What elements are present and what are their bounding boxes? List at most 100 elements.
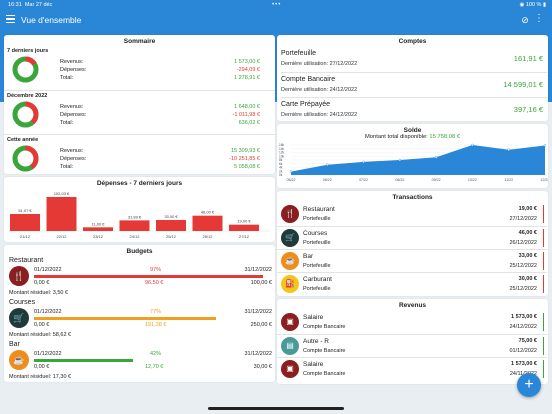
depenses-card: Dépenses - 7 derniers jours 51,07 € 21/12… — [4, 177, 275, 242]
donut-chart — [12, 56, 39, 83]
menu-icon[interactable] — [6, 15, 15, 25]
bar-value-label: 33,00 € — [164, 214, 178, 219]
budget-item[interactable]: Restaurant 🍴 01/12/2022 97% 31/12/2022 0,00 €… — [4, 257, 275, 300]
account-value: 397,16 € — [513, 105, 543, 114]
income-row[interactable]: ▤ Autre - R Compte Bancaire 75,00 € 01/12/20… — [277, 334, 547, 357]
entry-date: 26/12/2022 — [509, 240, 537, 246]
wallet-icon: ▣ — [281, 313, 299, 331]
budget-name: Courses — [9, 299, 36, 306]
budgets-card: Budgets Restaurant 🍴 01/12/2022 97% 31/12/20… — [4, 245, 275, 382]
sommaire-title: Sommaire — [123, 38, 156, 45]
account-item[interactable]: Carte Prépayée Dernière utilisation: 24/1… — [281, 97, 547, 121]
income-row[interactable]: ▣SalaireCompte Bancaire1 573,00 €24/11/2… — [277, 357, 547, 380]
budget-item[interactable]: Courses 🛒 01/12/2022 77% 31/12/2022 0,00 € 191… — [4, 299, 275, 342]
shopping-cart-icon: 🛒 — [9, 308, 29, 328]
entry-amount: 1 573,00 € — [511, 361, 537, 367]
account-name: Compte Bancaire — [281, 76, 336, 83]
y-tick-label: 6k — [279, 162, 283, 166]
budget-progress — [34, 359, 270, 362]
home-indicator — [208, 407, 344, 410]
bar-value-label: 102,03 € — [54, 191, 70, 196]
donut-chart — [12, 145, 39, 172]
bar-value-label: 19,00 € — [237, 219, 251, 224]
transaction-row[interactable]: 🍴 Restaurant Portefeuille 19,00 € 27/12/2022 — [277, 203, 547, 226]
y-tick-label: 12k — [279, 151, 285, 155]
entry-name: Restaurant — [303, 206, 335, 213]
budget-name: Bar — [9, 341, 20, 348]
budget-residual: Montant résiduel: 3,50 € — [9, 290, 69, 296]
more-vertical-icon[interactable]: ⋮ — [534, 14, 544, 24]
wallet-icon: ▣ — [281, 360, 299, 378]
account-last-used: Dernière utilisation: 27/12/2022 — [281, 61, 358, 67]
document-icon: ▤ — [281, 337, 299, 355]
y-tick-label: 16k — [279, 143, 285, 147]
solde-point — [507, 148, 510, 151]
total-row: Total: 636,02 € — [60, 120, 260, 126]
solde-point — [326, 163, 329, 166]
solde-point — [398, 158, 402, 162]
entry-date: 24/12/2022 — [509, 324, 537, 330]
budget-end-date: 31/12/2022 — [244, 267, 272, 273]
page-title: Vue d'ensemble — [21, 15, 82, 25]
transactions-title: Transactions — [392, 194, 433, 201]
entry-color-stripe — [542, 229, 544, 247]
budget-item[interactable]: Bar ☕ 01/12/2022 42% 31/12/2022 0,00 € 12,70 €… — [4, 341, 275, 382]
x-tick-label: 11/22 — [504, 178, 513, 182]
budget-progress — [34, 317, 270, 320]
budget-total: 100,00 € — [250, 280, 272, 286]
entry-amount: 75,00 € — [518, 338, 537, 344]
bar-category-label: 23/12 — [93, 234, 104, 239]
x-tick-label: 05/22 — [287, 178, 296, 182]
revenus-card: Revenus ▣ Salaire Compte Bancaire 1 573,00 … — [277, 299, 548, 384]
transaction-row[interactable]: ☕ Bar Portefeuille 33,00 € 25/12/2022 — [277, 249, 547, 272]
entry-amount: 33,00 € — [518, 253, 537, 259]
comptes-card: Comptes Portefeuille Dernière utilisation… — [277, 35, 548, 121]
account-value: 161,91 € — [513, 54, 543, 63]
bar — [156, 220, 186, 231]
entry-color-stripe — [542, 337, 544, 355]
bar — [83, 227, 113, 231]
income-row[interactable]: ▣ Salaire Compte Bancaire 1 573,00 € 24/12/2… — [277, 311, 547, 334]
budget-spent: 12,70 € — [145, 364, 164, 370]
budget-spent: 191,38 € — [145, 322, 167, 328]
depenses-row: Dépenses: -10 251,85 € — [60, 156, 260, 162]
bar-value-label: 46,00 € — [201, 210, 215, 215]
bar — [229, 224, 259, 231]
y-tick-label: 14k — [279, 147, 285, 151]
x-tick-label: 09/22 — [432, 178, 441, 182]
transaction-row[interactable]: 🛒 Courses Portefeuille 46,00 € 26/12/2022 — [277, 226, 547, 249]
entry-account: Portefeuille — [303, 286, 331, 292]
solde-point — [471, 143, 474, 147]
restaurant-icon: 🍴 — [9, 266, 29, 286]
budget-residual: Montant résiduel: 58,62 € — [9, 332, 72, 338]
coffee-icon: ☕ — [281, 252, 299, 270]
coffee-icon: ☕ — [9, 350, 29, 370]
entry-color-stripe — [542, 275, 544, 293]
entry-color-stripe — [542, 360, 544, 378]
budget-min: 0,00 € — [34, 364, 50, 370]
entry-color-stripe — [542, 252, 544, 270]
app-bar: Vue d'ensemble ⊘ ⋮ — [0, 10, 552, 32]
entry-account: Compte Bancaire — [303, 371, 346, 377]
bar-category-label: 22/12 — [56, 234, 67, 239]
entry-account: Portefeuille — [303, 216, 331, 222]
bar-value-label: 11,00 € — [91, 221, 105, 226]
budget-start-date: 01/12/2022 — [34, 351, 62, 357]
add-button[interactable]: + — [517, 373, 541, 397]
solde-point — [543, 144, 547, 147]
entry-name: Autre - R — [303, 338, 330, 345]
budget-name: Restaurant — [9, 257, 44, 264]
solde-point — [289, 170, 293, 173]
account-name: Portefeuille — [281, 50, 317, 57]
period-name: 7 derniers jours — [7, 48, 49, 54]
sommaire-period: Décembre 2022 Revenus: 1 648,00 € Dépenses:… — [4, 90, 275, 135]
budget-residual: Montant résiduel: 17,30 € — [9, 374, 72, 380]
entry-amount: 46,00 € — [518, 230, 537, 236]
entry-amount: 1 573,00 € — [511, 314, 537, 320]
transaction-row[interactable]: ⛽ Carburant Portefeuille 30,00 € 25/12/2022 — [277, 272, 547, 295]
status-battery: ◉ 100 % ▮ — [519, 2, 547, 8]
entry-name: Salaire — [303, 314, 324, 321]
period-name: Décembre 2022 — [7, 93, 48, 99]
budget-min: 0,00 € — [34, 280, 50, 286]
notifications-off-icon[interactable]: ⊘ — [520, 15, 530, 25]
